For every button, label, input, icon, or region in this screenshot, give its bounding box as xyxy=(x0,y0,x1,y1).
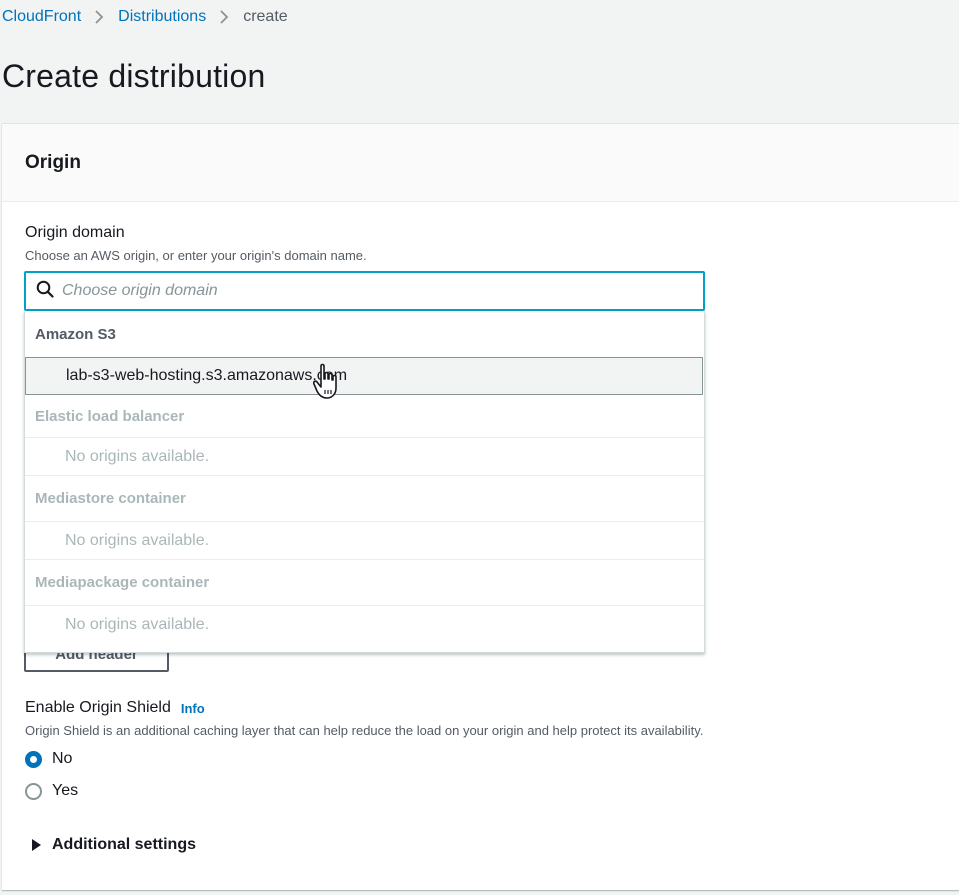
origin-shield-option-yes-label: Yes xyxy=(52,782,79,799)
page-title: Create distribution xyxy=(2,58,266,94)
dropdown-group-elastic-load-balancer: Elastic load balancer xyxy=(25,395,704,438)
additional-settings-toggle[interactable]: Additional settings xyxy=(32,836,196,854)
caret-right-icon xyxy=(32,839,41,851)
origin-panel-header: Origin xyxy=(2,124,959,202)
search-icon xyxy=(36,280,54,303)
origin-domain-label: Origin domain xyxy=(25,224,125,241)
dropdown-group-amazon-s3: Amazon S3 xyxy=(35,325,116,343)
origin-shield-option-no-label: No xyxy=(52,750,73,767)
radio-button[interactable] xyxy=(25,782,42,800)
origin-shield-description: Origin Shield is an additional caching l… xyxy=(25,723,704,738)
chevron-right-icon xyxy=(95,10,104,24)
dropdown-group-mediastore-container: Mediastore container xyxy=(25,476,704,522)
dropdown-option-mediastore-empty: No origins available. xyxy=(25,522,704,560)
dropdown-group-mediapackage-container: Mediapackage container xyxy=(25,560,704,606)
origin-panel-title: Origin xyxy=(25,151,81,173)
breadcrumb: CloudFront Distributions create xyxy=(2,7,288,27)
origin-shield-label: Enable Origin Shield Info xyxy=(25,699,205,717)
breadcrumb-distributions-link[interactable]: Distributions xyxy=(118,8,206,26)
dropdown-option-s3-bucket[interactable]: lab-s3-web-hosting.s3.amazonaws.com xyxy=(25,357,703,395)
origin-domain-search[interactable] xyxy=(24,271,705,311)
origin-shield-option-yes[interactable]: Yes xyxy=(25,782,78,800)
origin-domain-dropdown: Amazon S3 lab-s3-web-hosting.s3.amazonaw… xyxy=(24,311,705,653)
breadcrumb-current: create xyxy=(243,8,288,25)
additional-settings-label: Additional settings xyxy=(52,836,196,853)
origin-shield-option-no[interactable]: No xyxy=(25,750,72,768)
dropdown-option-elb-empty: No origins available. xyxy=(25,438,704,476)
origin-shield-label-text: Enable Origin Shield xyxy=(25,699,171,716)
origin-domain-input[interactable] xyxy=(62,282,662,300)
breadcrumb-cloudfront-link[interactable]: CloudFront xyxy=(2,8,81,26)
origin-domain-description: Choose an AWS origin, or enter your orig… xyxy=(25,248,367,263)
origin-shield-info-link[interactable]: Info xyxy=(181,701,205,716)
radio-button-checked[interactable] xyxy=(25,750,42,768)
dropdown-option-mediapackage-empty: No origins available. xyxy=(65,616,210,633)
chevron-right-icon xyxy=(220,10,229,24)
